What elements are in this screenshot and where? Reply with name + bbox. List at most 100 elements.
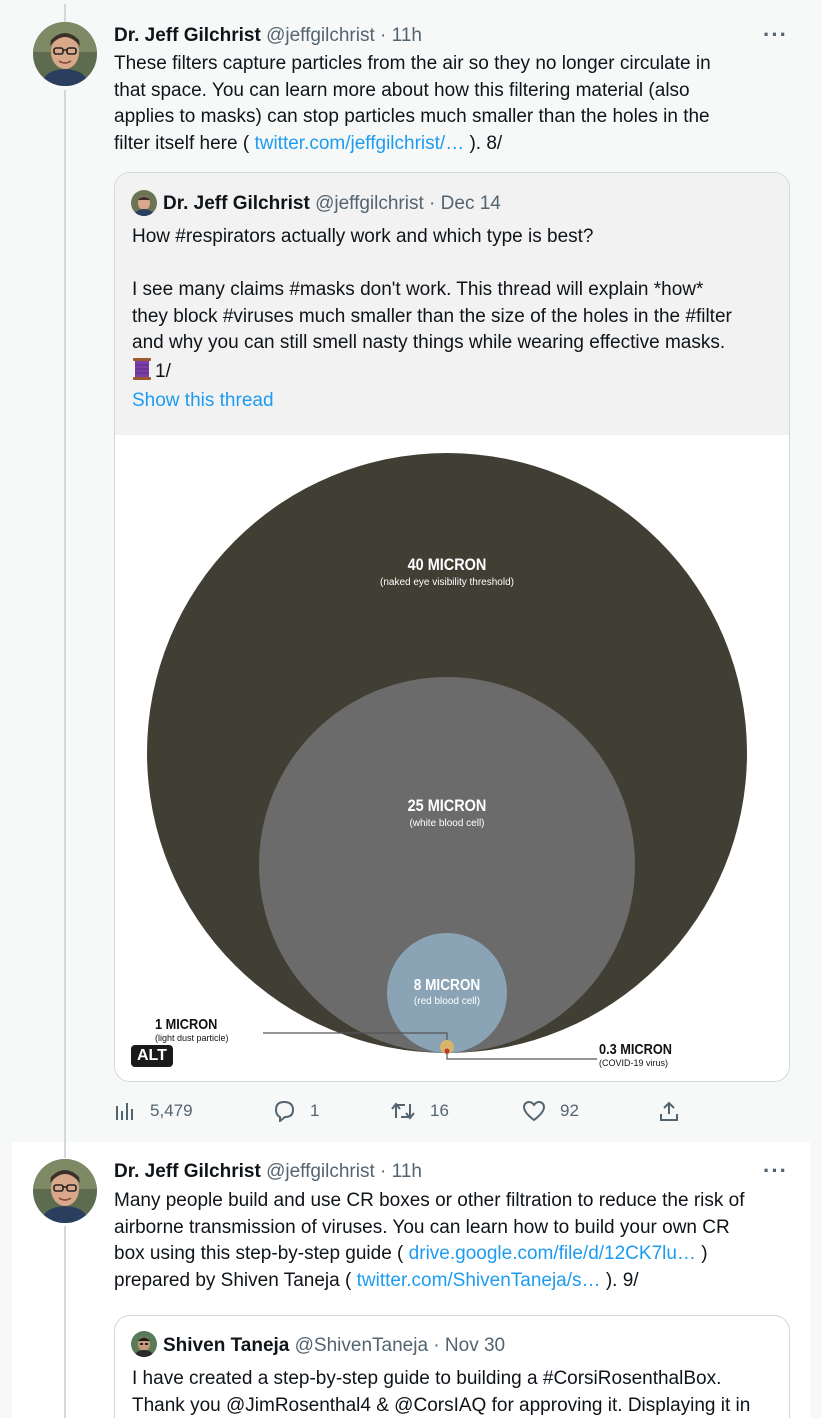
text-line: Thank you @JimRosenthal4 & @CorsIAQ for … xyxy=(132,1394,751,1416)
tweet-header: Dr. Jeff Gilchrist @jeffgilchrist · 11h xyxy=(114,1161,422,1183)
label-title: 25 MICRON xyxy=(407,796,487,815)
label-subtitle: (red blood cell) xyxy=(413,996,481,1007)
reply-button[interactable]: 1 xyxy=(272,1100,319,1122)
tweet-link[interactable]: drive.google.com/file/d/12CK7lu… xyxy=(409,1243,696,1264)
text-line-blank xyxy=(132,251,782,278)
separator-dot: · xyxy=(380,1161,387,1182)
text-segment: box using this step-by-step guide ( xyxy=(114,1243,409,1264)
share-button[interactable] xyxy=(658,1100,680,1122)
label-subtitle: (naked eye visibility threshold) xyxy=(380,577,514,588)
separator-dot: · xyxy=(433,1335,440,1356)
quoted-timestamp: Dec 14 xyxy=(440,193,501,214)
timestamp[interactable]: 11h xyxy=(392,25,422,46)
text-line: they block #viruses much smaller than th… xyxy=(132,305,732,327)
quoted-header: Dr. Jeff Gilchrist @jeffgilchrist · Dec … xyxy=(163,193,501,215)
text-line: box using this step-by-step guide ( driv… xyxy=(114,1241,804,1268)
tweet-link[interactable]: twitter.com/ShivenTaneja/s… xyxy=(357,1270,601,1291)
text-line: that space. You can learn more about how… xyxy=(114,79,690,101)
label-03-micron: 0.3 MICRON (COVID-19 virus) xyxy=(599,1041,729,1068)
label-40-micron: 40 MICRON (naked eye visibility threshol… xyxy=(297,555,597,588)
retweet-icon xyxy=(390,1100,416,1122)
quoted-author-handle: @jeffgilchrist xyxy=(315,193,424,214)
text-segment: 1/ xyxy=(155,360,171,382)
quoted-header: Shiven Taneja @ShivenTaneja · Nov 30 xyxy=(163,1335,505,1357)
more-options-icon[interactable]: ··· xyxy=(763,1158,788,1184)
timeline: Dr. Jeff Gilchrist @jeffgilchrist · 11h … xyxy=(12,4,810,1418)
text-segment: filter itself here ( xyxy=(114,132,255,154)
thread-line-top xyxy=(64,1142,66,1158)
tweet-header: Dr. Jeff Gilchrist @jeffgilchrist · 11h xyxy=(114,25,422,47)
quoted-tweet[interactable]: Shiven Taneja @ShivenTaneja · Nov 30 I h… xyxy=(114,1315,790,1418)
label-subtitle: (white blood cell) xyxy=(409,818,485,829)
quoted-timestamp: Nov 30 xyxy=(444,1335,506,1356)
label-title: 1 MICRON xyxy=(155,1016,218,1033)
spool-icon xyxy=(132,357,152,390)
thread-line xyxy=(64,90,66,1142)
label-subtitle: (light dust particle) xyxy=(155,1033,229,1043)
leader-line-03-micron xyxy=(446,1053,597,1060)
views-icon xyxy=(114,1100,136,1122)
quoted-image[interactable]: 40 MICRON (naked eye visibility threshol… xyxy=(115,435,789,1081)
quoted-author-name: Dr. Jeff Gilchrist xyxy=(163,193,310,214)
text-line: airborne transmission of viruses. You ca… xyxy=(114,1216,730,1238)
quoted-author-handle: @ShivenTaneja xyxy=(294,1335,429,1356)
avatar[interactable] xyxy=(33,22,97,86)
thread-line xyxy=(64,1226,66,1418)
text-line: I have created a step-by-step guide to b… xyxy=(132,1368,722,1389)
text-line: Many people build and use CR boxes or ot… xyxy=(114,1190,745,1211)
text-segment: ). 9/ xyxy=(600,1269,639,1291)
quoted-author-name: Shiven Taneja xyxy=(163,1335,290,1356)
tweet-text: These filters capture particles from the… xyxy=(114,51,794,157)
reply-count: 1 xyxy=(310,1101,320,1120)
heart-icon xyxy=(522,1100,546,1122)
avatar[interactable] xyxy=(33,1159,97,1223)
label-25-micron: 25 MICRON (white blood cell) xyxy=(297,796,597,829)
label-1-micron: 1 MICRON (light dust particle) xyxy=(155,1016,275,1043)
retweet-count: 16 xyxy=(430,1101,449,1120)
retweet-button[interactable]: 16 xyxy=(390,1100,449,1122)
quoted-text: I have created a step-by-step guide to b… xyxy=(132,1366,782,1418)
tweet-actions: 5,479 1 16 92 xyxy=(114,1094,694,1134)
more-options-icon[interactable]: ··· xyxy=(763,22,788,48)
quoted-avatar xyxy=(131,1331,157,1357)
text-line: applies to masks) can stop particles muc… xyxy=(114,106,710,127)
label-8-micron: 8 MICRON (red blood cell) xyxy=(347,977,547,1007)
text-line: prepared by Shiven Taneja ( twitter.com/… xyxy=(114,1268,804,1295)
author-handle[interactable]: @jeffgilchrist xyxy=(266,25,375,46)
text-segment: ) xyxy=(695,1243,708,1264)
separator-dot: · xyxy=(380,25,387,46)
quoted-text: How #respirators actually work and which… xyxy=(132,224,782,389)
tweet-9[interactable]: Dr. Jeff Gilchrist @jeffgilchrist · 11h … xyxy=(12,1142,810,1418)
label-title: 8 MICRON xyxy=(413,977,481,994)
text-line: These filters capture particles from the… xyxy=(114,53,711,74)
alt-text-button[interactable]: ALT xyxy=(131,1045,173,1067)
text-line: filter itself here ( twitter.com/jeffgil… xyxy=(114,131,794,158)
text-segment: ). 8/ xyxy=(464,132,503,154)
separator-dot: · xyxy=(429,193,436,214)
circle-03-micron xyxy=(444,1048,450,1054)
tweet-text: Many people build and use CR boxes or ot… xyxy=(114,1188,804,1294)
text-segment: prepared by Shiven Taneja ( xyxy=(114,1269,357,1291)
reply-icon xyxy=(272,1100,296,1122)
tweet-8[interactable]: Dr. Jeff Gilchrist @jeffgilchrist · 11h … xyxy=(12,4,810,1142)
label-title: 0.3 MICRON xyxy=(599,1041,672,1058)
tweet-link[interactable]: twitter.com/jeffgilchrist/… xyxy=(254,133,464,154)
text-line: 1/ xyxy=(132,357,782,390)
author-name[interactable]: Dr. Jeff Gilchrist xyxy=(114,25,261,46)
author-handle[interactable]: @jeffgilchrist xyxy=(266,1161,375,1182)
quoted-avatar xyxy=(131,190,157,216)
views-count: 5,479 xyxy=(150,1101,193,1120)
timestamp[interactable]: 11h xyxy=(392,1161,422,1182)
show-thread-link[interactable]: Show this thread xyxy=(132,388,274,415)
thread-line-top xyxy=(64,4,66,22)
author-name[interactable]: Dr. Jeff Gilchrist xyxy=(114,1161,261,1182)
share-icon xyxy=(658,1100,680,1122)
text-line: and why you can still smell nasty things… xyxy=(132,332,726,353)
label-subtitle: (COVID-19 virus) xyxy=(599,1058,669,1068)
text-line: I see many claims #masks don't work. Thi… xyxy=(132,279,704,300)
text-line: How #respirators actually work and which… xyxy=(132,226,594,247)
views-button[interactable]: 5,479 xyxy=(114,1100,193,1122)
quoted-tweet[interactable]: Dr. Jeff Gilchrist @jeffgilchrist · Dec … xyxy=(114,172,790,1082)
like-button[interactable]: 92 xyxy=(522,1100,579,1122)
like-count: 92 xyxy=(560,1101,579,1120)
